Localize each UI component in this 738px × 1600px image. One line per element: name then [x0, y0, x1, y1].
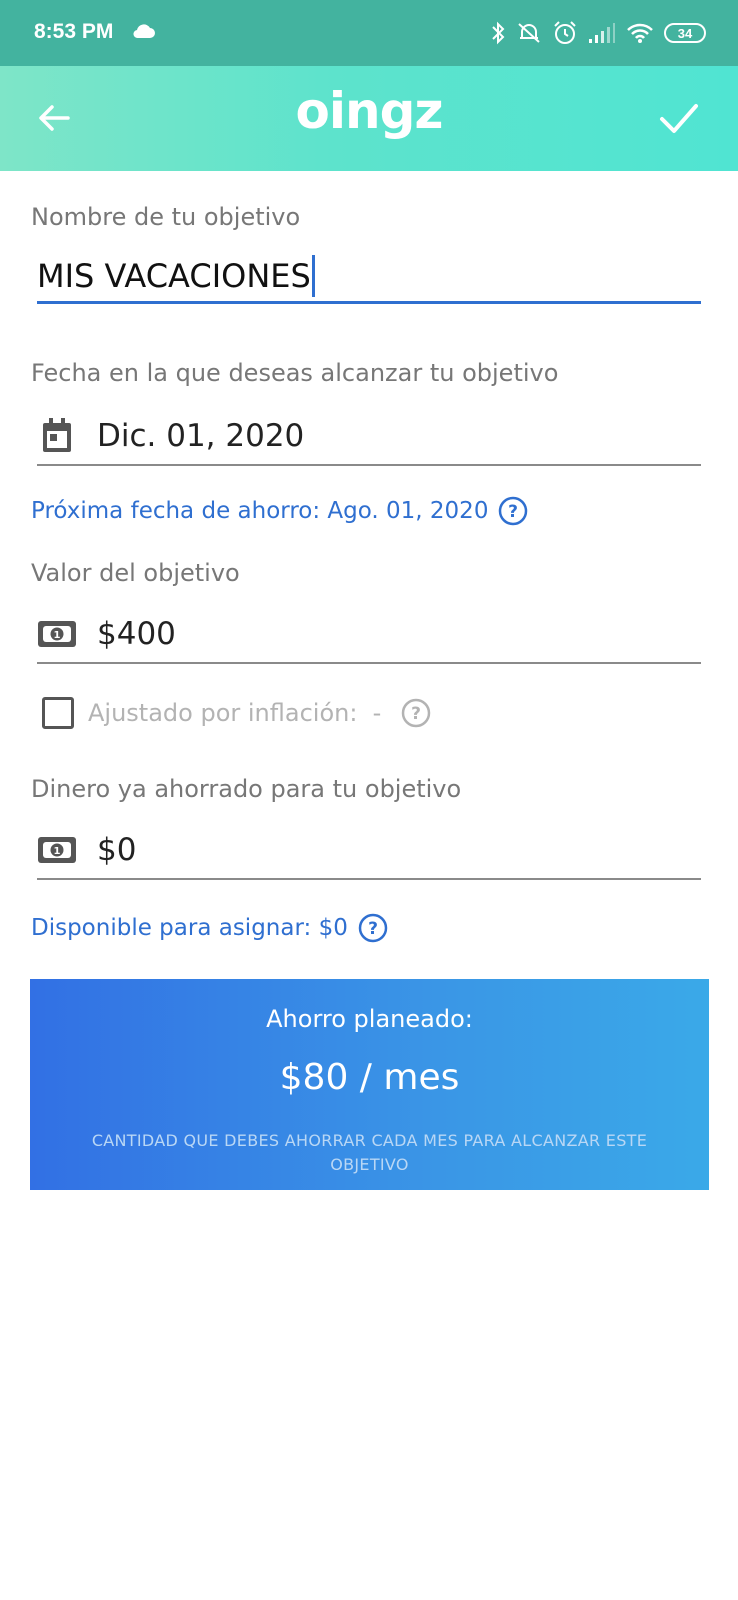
status-icons: 34 — [490, 18, 706, 48]
cloud-icon — [133, 24, 155, 39]
svg-text:?: ? — [411, 704, 421, 724]
date-value: Dic. 01, 2020 — [97, 418, 305, 454]
plan-note: CANTIDAD QUE DEBES AHORRAR CADA MES PARA… — [91, 1131, 648, 1174]
saved-label: Dinero ya ahorrado para tu objetivo — [31, 775, 462, 803]
wifi-icon — [627, 23, 653, 43]
plan-amount: $80 / mes — [279, 1057, 460, 1098]
cash-icon: 1 — [37, 830, 77, 870]
saved-field[interactable]: 1 $0 — [37, 822, 701, 880]
status-bar: 8:53 PM 34 — [0, 0, 738, 66]
help-icon[interactable]: ? — [401, 698, 431, 728]
date-field[interactable]: Dic. 01, 2020 — [37, 408, 701, 466]
bluetooth-icon — [492, 21, 505, 45]
signal-icon — [589, 23, 615, 43]
plan-title: Ahorro planeado: — [266, 1005, 473, 1033]
goal-name-label: Nombre de tu objetivo — [31, 203, 301, 231]
next-saving-date-text: Próxima fecha de ahorro: Ago. 01, 2020 — [31, 498, 489, 524]
silent-icon — [518, 23, 540, 43]
saved-value: $0 — [97, 832, 137, 868]
svg-text:1: 1 — [54, 846, 61, 857]
status-time: 8:53 PM — [34, 20, 114, 43]
date-label: Fecha en la que deseas alcanzar tu objet… — [31, 359, 559, 387]
goal-value-field[interactable]: 1 $400 — [37, 606, 701, 664]
planned-savings-card: Ahorro planeado: $80 / mes CANTIDAD QUE … — [30, 979, 709, 1190]
text-caret — [311, 254, 315, 297]
svg-text:?: ? — [509, 502, 519, 522]
cash-icon: 1 — [37, 614, 77, 654]
calendar-icon — [37, 416, 77, 456]
app-logo: oingz — [295, 82, 444, 140]
battery-icon: 34 — [664, 23, 706, 43]
help-icon[interactable]: ? — [498, 496, 528, 526]
goal-name-value: MIS VACACIONES — [37, 256, 311, 295]
next-saving-date: Próxima fecha de ahorro: Ago. 01, 2020 ? — [31, 496, 528, 526]
inflation-checkbox[interactable] — [42, 697, 74, 729]
inflation-label: Ajustado por inflación: - — [88, 699, 382, 727]
alarm-icon — [554, 21, 576, 44]
app-bar: oingz — [0, 66, 738, 171]
available-to-assign: Disponible para asignar: $0 ? — [31, 913, 388, 943]
check-icon[interactable] — [658, 98, 700, 138]
svg-text:?: ? — [368, 919, 378, 939]
help-icon[interactable]: ? — [358, 913, 388, 943]
goal-value: $400 — [97, 616, 176, 652]
svg-text:1: 1 — [54, 630, 61, 641]
available-text: Disponible para asignar: $0 — [31, 915, 348, 941]
goal-value-label: Valor del objetivo — [31, 559, 240, 587]
goal-name-input[interactable]: MIS VACACIONES — [37, 250, 701, 304]
inflation-row: Ajustado por inflación: - ? — [42, 697, 431, 729]
